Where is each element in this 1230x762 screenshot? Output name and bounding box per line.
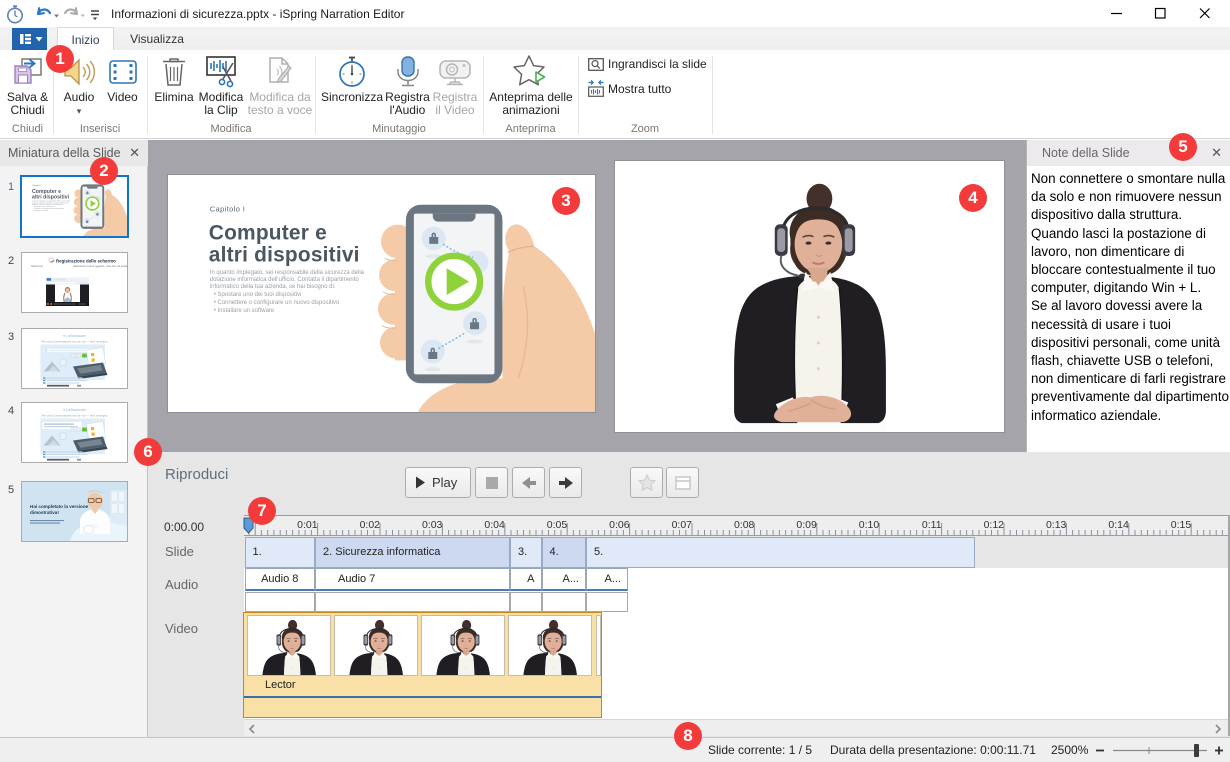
svg-text:Play: Play [432,475,458,490]
svg-text:informatico della tua azienda: informatico della tua azienda, se hai bi… [210,284,336,290]
svg-text:In quanto impiegato, sei respo: In quanto impiegato, sei responsabile de… [210,270,365,276]
svg-text:Seleziona: Seleziona [31,264,43,268]
svg-text:• Spostare uno dei tuoi dis: • Spostare uno dei tuoi dispositivi [214,292,302,298]
svg-text:Computer e: Computer e [209,221,327,244]
svg-text:Per una Comunicazione via: Per una Comunicazione via con noi — tien… [42,414,108,418]
svg-text:altri dispositivi: altri dispositivi [209,243,360,266]
svg-text:Registrazione dello schermo: Registrazione dello schermo [56,259,116,264]
svg-text:altri dispositivi: altri dispositivi [32,194,70,200]
svg-text:Capitolo I: Capitolo I [210,205,245,214]
svg-text:Computer e: Computer e [32,189,61,195]
svg-text:Hai completato la versione: Hai completato la versione [30,504,89,509]
svg-text:● LaSindacale: ● LaSindacale [63,334,86,338]
svg-text:● LaSindacale: ● LaSindacale [63,408,86,412]
svg-text:Seleziona il punto oggetto—far: Seleziona il punto oggetto—fare clic sul… [73,264,127,268]
svg-text:dimostrativa!: dimostrativa! [30,510,59,515]
svg-text:• Installare un software: • Installare un software [214,308,275,314]
svg-text:Per una Comunicazione via: Per una Comunicazione via con noi — tien… [42,340,108,344]
svg-text:dotazione informatica dell'uff: dotazione informatica dell'ufficio. Cont… [210,277,360,283]
svg-text:• Connettere o configurare: • Connettere o configurare un nuovo disp… [214,300,340,306]
